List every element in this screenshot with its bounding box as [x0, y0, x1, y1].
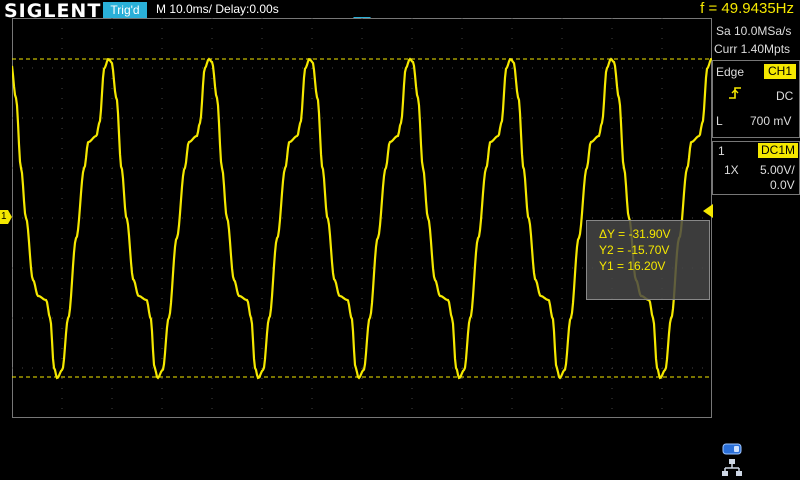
trigger-level-icon[interactable]: [703, 204, 713, 218]
sample-rate-readout: Sa 10.0MSa/s: [716, 24, 792, 38]
waveform-display[interactable]: [12, 18, 712, 418]
delta-y-readout: ΔY = -31.90V: [599, 227, 671, 241]
network-icon: [722, 459, 742, 476]
trigger-level-readout: 700 mV: [750, 114, 792, 128]
channel1-probe-readout: 1X: [724, 163, 739, 177]
trigger-status-badge: Trig'd: [103, 2, 147, 18]
channel1-marker-label: 1: [1, 211, 7, 222]
trigger-coupling-readout: DC: [776, 89, 794, 103]
timebase-readout[interactable]: M 10.0ms/ Delay:0.00s: [156, 2, 279, 16]
channel1-number: 1: [718, 144, 725, 158]
cursor-measurement-box: ΔY = -31.90V Y2 = -15.70V Y1 = 16.20V: [586, 220, 710, 300]
rising-edge-icon: [729, 87, 741, 99]
trigger-level-label: L: [716, 114, 723, 128]
y1-readout: Y1 = 16.20V: [599, 259, 666, 273]
memory-depth-readout: Curr 1.40Mpts: [714, 42, 791, 56]
channel1-scale-readout: 5.00V/: [760, 163, 795, 177]
channel1-coupling-chip[interactable]: DC1M: [758, 143, 798, 158]
usb-icon: [722, 443, 742, 455]
trigger-source-chip[interactable]: CH1: [764, 64, 796, 79]
trigger-type-label: Edge: [716, 65, 745, 79]
channel1-offset-readout: 0.0V: [770, 178, 795, 192]
y2-readout: Y2 = -15.70V: [599, 243, 670, 257]
frequency-readout: f = 49.9435Hz: [700, 0, 794, 17]
